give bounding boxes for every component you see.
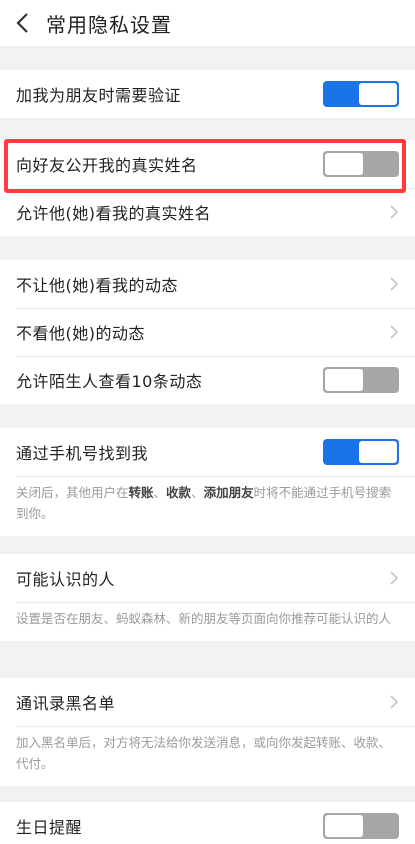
row-people-may-know[interactable]: 可能认识的人 [0, 554, 415, 602]
group-real-name: 向好友公开我的真实姓名 允许他(她)看我的真实姓名 [0, 140, 415, 236]
verify-friend-toggle[interactable] [323, 81, 399, 107]
row-find-by-phone: 通过手机号找到我 [0, 428, 415, 476]
find-by-phone-toggle[interactable] [323, 439, 399, 465]
find-by-phone-label: 通过手机号找到我 [16, 444, 149, 463]
blacklist-note: 加入黑名单后，对方将无法给你发送消息，或向你发起转账、收款、代付。 [0, 726, 415, 786]
note-bold-transfer: 转账 [128, 485, 154, 500]
chevron-right-icon [389, 276, 399, 292]
allow-view-name-label: 允许他(她)看我的真实姓名 [16, 204, 211, 223]
hide-my-feed-label: 不让他(她)看我的动态 [16, 276, 178, 295]
show-real-name-toggle[interactable] [323, 151, 399, 177]
hide-their-feed-label: 不看他(她)的动态 [16, 324, 145, 343]
note-sep: 、 [153, 485, 167, 500]
group-find-by-phone: 通过手机号找到我 关闭后，其他用户在转账、收款、添加朋友时将不能通过手机号搜索到… [0, 428, 415, 536]
toggle-knob [325, 815, 363, 837]
birthday-label: 生日提醒 [16, 818, 83, 837]
row-stranger-10: 允许陌生人查看10条动态 [0, 356, 415, 404]
note-bold-receive: 收款 [166, 485, 192, 500]
toggle-knob [359, 83, 397, 105]
toggle-knob [325, 369, 363, 391]
toggle-knob [325, 153, 363, 175]
chevron-right-icon [389, 324, 399, 340]
chevron-right-icon [389, 204, 399, 220]
note-sep: 、 [191, 485, 204, 500]
chevron-right-icon [389, 694, 399, 710]
group-people-may-know: 可能认识的人 设置是否在朋友、蚂蚁森林、新的朋友等页面向你推荐可能认识的人 [0, 554, 415, 641]
group-birthday: 生日提醒 [0, 802, 415, 844]
verify-friend-label: 加我为朋友时需要验证 [16, 86, 182, 105]
blacklist-label: 通讯录黑名单 [16, 694, 116, 713]
row-hide-their-feed[interactable]: 不看他(她)的动态 [0, 308, 415, 356]
stranger-10-toggle[interactable] [323, 367, 399, 393]
note-bold-add-friend: 添加朋友 [203, 485, 254, 500]
people-may-know-note: 设置是否在朋友、蚂蚁森林、新的朋友等页面向你推荐可能认识的人 [0, 602, 415, 641]
show-real-name-label: 向好友公开我的真实姓名 [16, 156, 198, 175]
stranger-10-label: 允许陌生人查看10条动态 [16, 372, 203, 391]
toggle-knob [359, 441, 397, 463]
group-feed: 不让他(她)看我的动态 不看他(她)的动态 允许陌生人查看10条动态 [0, 260, 415, 404]
group-blacklist: 通讯录黑名单 加入黑名单后，对方将无法给你发送消息，或向你发起转账、收款、代付。 [0, 678, 415, 786]
row-hide-my-feed[interactable]: 不让他(她)看我的动态 [0, 260, 415, 308]
back-arrow-icon [16, 13, 28, 33]
row-allow-view-name[interactable]: 允许他(她)看我的真实姓名 [0, 188, 415, 236]
nav-header: 常用隐私设置 [0, 0, 415, 46]
row-show-real-name: 向好友公开我的真实姓名 [0, 140, 415, 188]
group-friend-verify: 加我为朋友时需要验证 [0, 70, 415, 118]
row-verify-friend: 加我为朋友时需要验证 [0, 70, 415, 118]
find-by-phone-note: 关闭后，其他用户在转账、收款、添加朋友时将不能通过手机号搜索到你。 [0, 476, 415, 536]
people-may-know-label: 可能认识的人 [16, 570, 116, 589]
back-button[interactable] [0, 0, 44, 46]
chevron-right-icon [389, 570, 399, 586]
row-birthday: 生日提醒 [0, 802, 415, 844]
note-text: 关闭后，其他用户在 [16, 485, 129, 500]
birthday-toggle[interactable] [323, 813, 399, 839]
row-blacklist[interactable]: 通讯录黑名单 [0, 678, 415, 726]
page-title: 常用隐私设置 [46, 12, 172, 37]
